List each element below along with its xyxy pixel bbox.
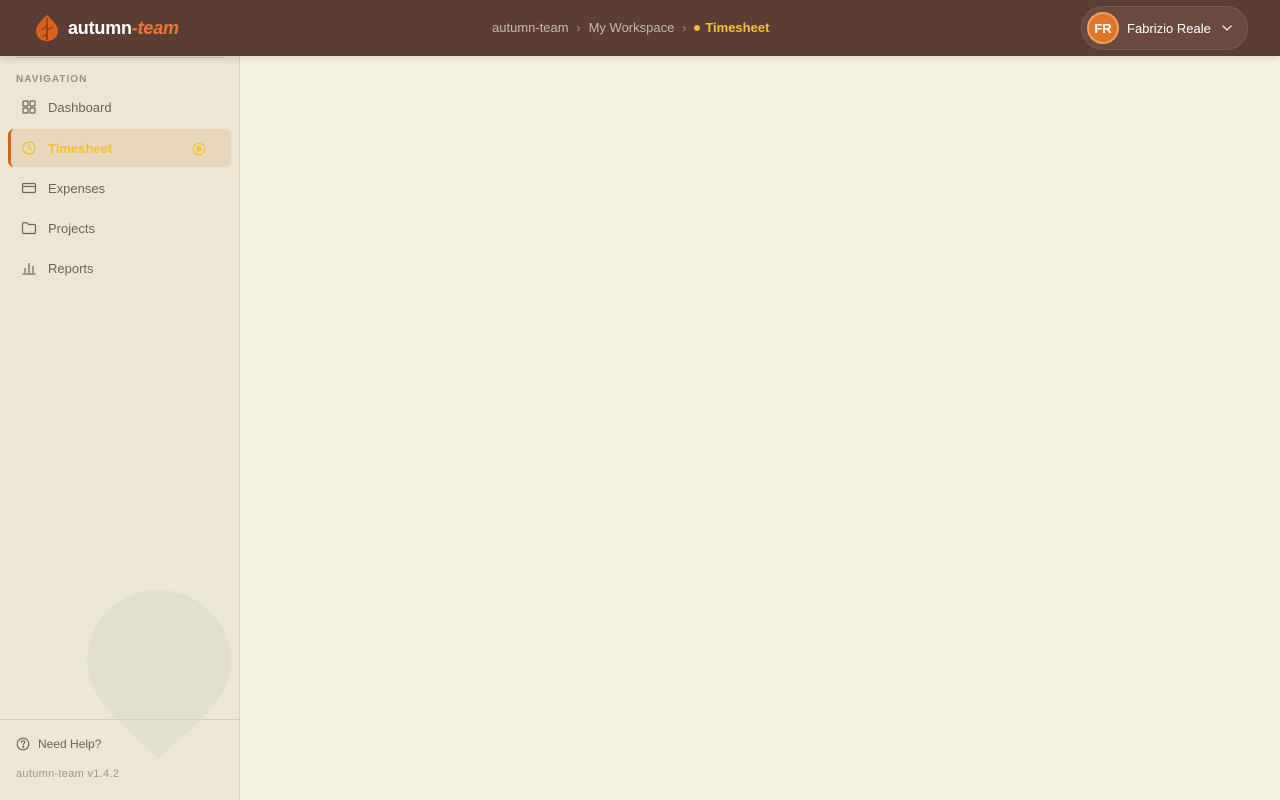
top-bar: autumn-team autumn-team › My Workspace ›…: [0, 0, 1280, 56]
current-dot-icon: [694, 24, 701, 31]
breadcrumb-current: Timesheet: [694, 20, 769, 35]
breadcrumb-separator: ›: [682, 20, 687, 35]
brand-name: autumn-team: [68, 17, 179, 38]
credit-card-icon: [21, 182, 37, 194]
user-name: Fabrizio Reale: [1127, 20, 1211, 36]
help-link[interactable]: Need Help?: [16, 737, 101, 751]
sidebar-footer-divider: [0, 719, 239, 720]
sun-icon: [192, 142, 206, 156]
nav-heading: NAVIGATION: [16, 74, 88, 85]
sidebar-item-label: Timesheet: [48, 140, 113, 156]
sidebar-item-expenses[interactable]: Expenses: [8, 169, 231, 207]
help-label: Need Help?: [38, 737, 102, 751]
chevron-down-icon: [1222, 25, 1232, 31]
brand[interactable]: autumn-team: [34, 14, 179, 42]
user-menu-button[interactable]: FR Fabrizio Reale: [1081, 6, 1248, 50]
sidebar-item-timesheet[interactable]: Timesheet: [8, 129, 231, 167]
help-circle-icon: [16, 737, 30, 751]
breadcrumb-item-org[interactable]: autumn-team: [492, 20, 569, 35]
avatar: FR: [1087, 12, 1119, 44]
main-content: [240, 56, 1280, 800]
sidebar-item-label: Expenses: [48, 180, 106, 196]
sidebar-item-dashboard[interactable]: Dashboard: [8, 88, 231, 126]
sidebar-item-projects[interactable]: Projects: [8, 209, 231, 247]
breadcrumb-item-workspace[interactable]: My Workspace: [589, 20, 675, 35]
sidebar-item-label: Dashboard: [48, 99, 112, 115]
breadcrumb-separator: ›: [576, 20, 581, 35]
leaf-watermark-icon: [87, 590, 231, 760]
grid-icon: [22, 100, 36, 114]
sidebar-divider: [16, 57, 224, 58]
clock-icon: [22, 141, 36, 155]
sidebar-item-label: Reports: [48, 260, 94, 276]
breadcrumb: autumn-team › My Workspace › Timesheet: [492, 20, 769, 35]
sidebar-item-label: Projects: [48, 220, 95, 236]
bar-chart-icon: [22, 263, 36, 275]
folder-icon: [21, 222, 37, 235]
sidebar-item-reports[interactable]: Reports: [8, 249, 231, 287]
version-label: autumn-team v1.4.2: [16, 768, 120, 780]
autumn-leaf-icon: [36, 15, 58, 41]
sidebar: NAVIGATION Dashboard Timesheet Expenses …: [0, 56, 240, 800]
